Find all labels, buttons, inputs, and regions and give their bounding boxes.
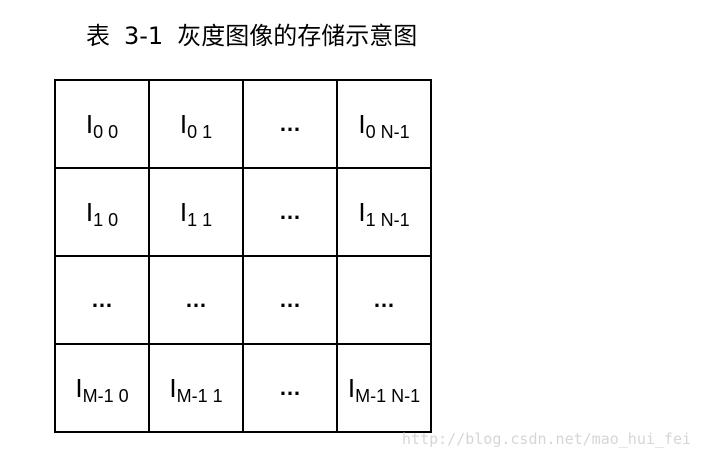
table-caption: 表 3-1 灰度图像的存储示意图 <box>86 18 417 54</box>
watermark-url: http://blog.csdn.net/mao_hui_fei <box>402 430 691 448</box>
cell-subscript: 1 1 <box>187 209 213 230</box>
table-cell-ellipsis: … <box>336 255 432 345</box>
table-cell: I0 1 <box>148 79 244 169</box>
cell-base: I <box>358 108 366 139</box>
table-cell: I1 1 <box>148 167 244 257</box>
cell-base: I <box>179 196 188 227</box>
table-cell: I1 0 <box>54 167 150 257</box>
cell-subscript: 0 N-1 <box>365 121 410 142</box>
table-row: … … … … <box>54 255 432 345</box>
grayscale-storage-table: I0 0 I0 1 … I0 N-1 I1 0 I1 1 … I1 N-1 … … <box>54 79 432 433</box>
cell-subscript: 1 0 <box>93 209 119 230</box>
table-cell-ellipsis: … <box>54 255 150 345</box>
caption-number: 3-1 <box>124 22 164 50</box>
table-cell-ellipsis: … <box>242 255 338 345</box>
table-cell: IM-1 1 <box>148 343 244 433</box>
cell-base: I <box>85 196 94 227</box>
caption-label: 表 <box>86 22 110 50</box>
table-cell-ellipsis: … <box>242 343 338 433</box>
table-cell-ellipsis: … <box>242 79 338 169</box>
cell-base: I <box>179 108 188 139</box>
cell-subscript: M-1 1 <box>176 385 223 406</box>
cell-subscript: 0 1 <box>187 121 213 142</box>
cell-base: I <box>169 372 177 403</box>
cell-base: I <box>75 372 83 403</box>
caption-text: 灰度图像的存储示意图 <box>177 22 418 50</box>
table-cell: I0 0 <box>54 79 150 169</box>
table-cell: I1 N-1 <box>336 167 432 257</box>
table-cell: I0 N-1 <box>336 79 432 169</box>
table-row: I1 0 I1 1 … I1 N-1 <box>54 167 432 257</box>
table-cell-ellipsis: … <box>242 167 338 257</box>
cell-base: I <box>85 108 94 139</box>
table-row: I0 0 I0 1 … I0 N-1 <box>54 79 432 169</box>
cell-subscript: M-1 0 <box>82 385 129 406</box>
table-cell: IM-1 0 <box>54 343 150 433</box>
cell-subscript: M-1 N-1 <box>355 385 421 406</box>
table-cell-ellipsis: … <box>148 255 244 345</box>
cell-subscript: 1 N-1 <box>365 209 410 230</box>
cell-subscript: 0 0 <box>93 121 119 142</box>
table-cell: IM-1 N-1 <box>336 343 432 433</box>
table-row: IM-1 0 IM-1 1 … IM-1 N-1 <box>54 343 432 433</box>
cell-base: I <box>358 196 366 227</box>
